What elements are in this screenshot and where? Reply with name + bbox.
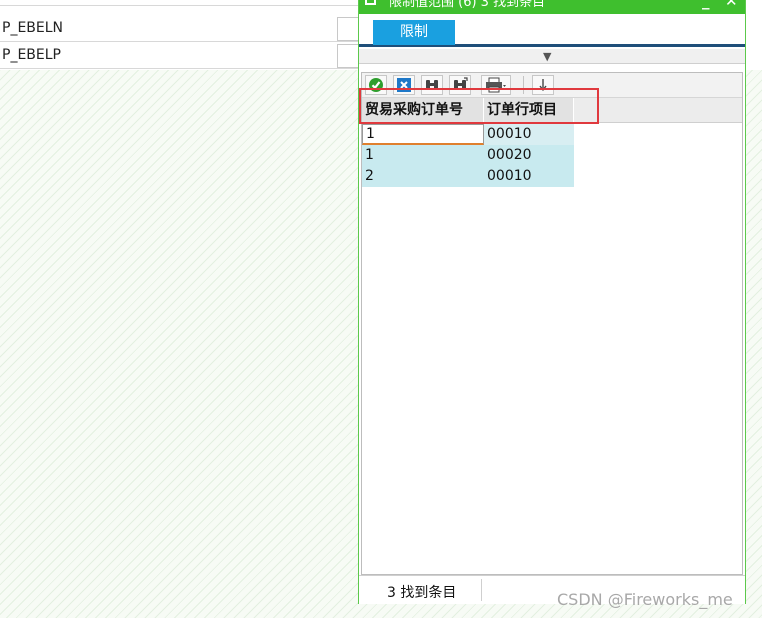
cancel-icon [397, 78, 411, 92]
column-header-order-item[interactable]: 订单行项目 [484, 98, 574, 122]
find-button[interactable] [421, 75, 443, 95]
form-row-ebelp: P_EBELP [0, 42, 369, 69]
find-next-icon [454, 77, 468, 90]
print-button[interactable] [481, 75, 511, 95]
results-list: 贸易采购订单号 订单行项目 1 00010 1 00020 2 00010 [361, 72, 743, 575]
tab-strip: 限制 [359, 14, 745, 47]
field-label-ebeln: P_EBELN [2, 20, 64, 36]
form-row-ebeln: P_EBELN [0, 15, 369, 42]
minimize-icon[interactable]: _ [702, 0, 710, 10]
funnel-icon[interactable]: ▼ [543, 50, 551, 63]
cell-order-number: 1 [362, 124, 484, 145]
cell-order-item: 00010 [484, 124, 574, 145]
sort-icon [539, 79, 547, 92]
find-icon [426, 80, 438, 90]
status-text: 3 找到条目 [387, 585, 457, 601]
form-divider [0, 5, 360, 6]
cell-order-item: 00010 [484, 166, 574, 187]
close-icon[interactable]: ✕ [725, 0, 738, 10]
cell-order-item: 00020 [484, 145, 574, 166]
table-row[interactable]: 1 00020 [362, 145, 574, 166]
check-button[interactable] [365, 75, 387, 95]
check-icon [369, 78, 383, 92]
watermark: CSDN @Fireworks_me [557, 590, 733, 609]
value-help-dialog: 限制值范围 (6) 3 找到条目 _ ✕ 限制 ▼ 贸易采购订单号 订单行项目 … [358, 0, 746, 604]
cell-order-number: 1 [362, 145, 484, 166]
find-next-button[interactable] [449, 75, 471, 95]
cancel-button[interactable] [393, 75, 415, 95]
cell-order-number: 2 [362, 166, 484, 187]
table-row[interactable]: 1 00010 [362, 124, 574, 145]
status-divider [481, 579, 482, 601]
field-label-ebelp: P_EBELP [2, 47, 61, 63]
table-header: 贸易采购订单号 订单行项目 [362, 98, 742, 123]
tab-restrictions[interactable]: 限制 [373, 20, 455, 45]
splitter-bar[interactable]: ▼ [359, 49, 745, 64]
toolbar-separator [523, 76, 524, 94]
sort-button[interactable] [532, 75, 554, 95]
dialog-titlebar[interactable]: 限制值范围 (6) 3 找到条目 _ ✕ [359, 0, 745, 14]
dialog-title: 限制值范围 (6) 3 找到条目 [389, 0, 546, 10]
window-icon [365, 0, 376, 5]
list-toolbar [362, 73, 742, 98]
print-icon [486, 77, 506, 93]
column-header-order-number[interactable]: 贸易采购订单号 [362, 98, 484, 122]
table-row[interactable]: 2 00010 [362, 166, 574, 187]
